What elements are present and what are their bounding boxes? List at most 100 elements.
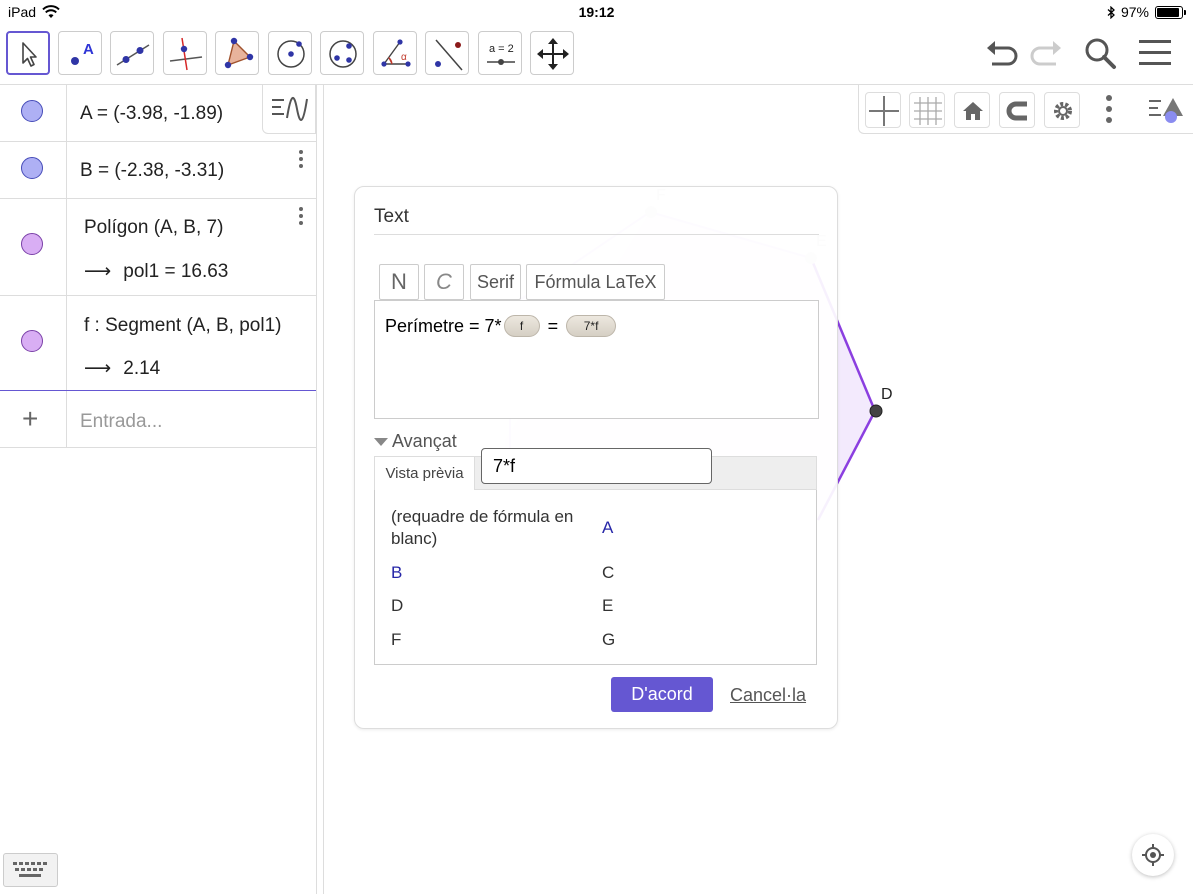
- polygon-marker: [21, 233, 43, 255]
- list-item[interactable]: B: [391, 563, 402, 583]
- circle-tool-button[interactable]: [268, 31, 312, 75]
- list-item[interactable]: F: [391, 630, 401, 650]
- line-tool-icon: [116, 44, 150, 66]
- more-options-icon[interactable]: [298, 150, 304, 171]
- graphics-style-bar: [858, 85, 1193, 134]
- text-dialog: Text N C Serif Fórmula LaTeX Perímetre =…: [354, 186, 838, 729]
- point-tool-button[interactable]: A: [58, 31, 102, 75]
- polygon-tool-button[interactable]: [215, 31, 259, 75]
- move-graphics-tool-button[interactable]: [530, 31, 574, 75]
- algebra-input-row[interactable]: + Entrada...: [0, 391, 316, 448]
- visibility-toggle[interactable]: [0, 198, 67, 295]
- crosshair-icon: [1142, 844, 1164, 866]
- point-d-label: D: [881, 386, 893, 403]
- more-options-icon[interactable]: [298, 207, 304, 228]
- reflect-tool-button[interactable]: [425, 31, 469, 75]
- algebra-value-line: ⟶ 2.14: [84, 357, 160, 380]
- undo-button[interactable]: [982, 34, 1022, 74]
- editor-equals: =: [547, 315, 559, 336]
- move-tool-button[interactable]: [6, 31, 50, 75]
- divider: [374, 234, 819, 235]
- algebra-style-button[interactable]: [262, 85, 316, 134]
- ok-button[interactable]: D'acord: [611, 677, 713, 712]
- list-item[interactable]: C: [602, 563, 614, 583]
- visibility-toggle[interactable]: [0, 85, 67, 141]
- add-item-button[interactable]: +: [0, 391, 67, 447]
- menu-button[interactable]: [1136, 34, 1176, 74]
- list-item[interactable]: A: [602, 518, 613, 538]
- arrow-right-icon: ⟶: [84, 261, 112, 282]
- polygon-tool-icon: [224, 37, 254, 69]
- cancel-button[interactable]: Cancel·la: [730, 685, 806, 706]
- keyboard-icon: [13, 862, 47, 877]
- text-editor[interactable]: Perímetre = 7* f = 7*f: [374, 300, 819, 419]
- algebra-row[interactable]: Polígon (A, B, 7) ⟶ pol1 = 16.63: [0, 198, 316, 296]
- list-item[interactable]: D: [391, 596, 403, 616]
- slider-tool-icon: a = 2: [487, 43, 515, 65]
- point-d[interactable]: [869, 404, 883, 418]
- slider-tool-button[interactable]: a = 2: [478, 31, 522, 75]
- svg-text:α: α: [401, 52, 407, 63]
- visibility-toggle[interactable]: [0, 141, 67, 198]
- snap-icon: [1006, 101, 1027, 121]
- editor-text: Perímetre = 7*: [385, 315, 502, 336]
- advanced-label: Avançat: [392, 431, 457, 451]
- tab-preview[interactable]: Vista prèvia: [375, 457, 475, 490]
- algebra-definition: B = (-2.38, -3.31): [80, 160, 225, 181]
- advanced-toggle[interactable]: Avançat: [374, 431, 457, 452]
- search-icon: [1085, 38, 1116, 69]
- keyboard-button[interactable]: [3, 853, 58, 887]
- snap-button[interactable]: [999, 92, 1035, 128]
- battery-icon: [1155, 5, 1186, 19]
- algebra-value-line: ⟶ pol1 = 16.63: [84, 260, 228, 283]
- visibility-toggle[interactable]: [0, 295, 67, 390]
- search-button[interactable]: [1080, 34, 1120, 74]
- segment-marker: [21, 330, 43, 352]
- grid-icon: [914, 97, 942, 125]
- serif-button[interactable]: Serif: [470, 264, 521, 300]
- latex-formula-button[interactable]: Fórmula LaTeX: [526, 264, 665, 300]
- battery-percent: 97%: [1120, 4, 1149, 20]
- algebra-row[interactable]: f : Segment (A, B, pol1) ⟶ 2.14: [0, 295, 316, 391]
- angle-tool-icon: α: [381, 39, 411, 67]
- more-icon[interactable]: [1106, 94, 1112, 126]
- reflect-tool-icon: [435, 39, 463, 71]
- home-button[interactable]: [954, 92, 990, 128]
- formula-chip[interactable]: f: [503, 315, 540, 337]
- algebra-input[interactable]: Entrada...: [80, 411, 162, 433]
- style-bar-button[interactable]: [1147, 93, 1187, 127]
- algebra-row[interactable]: B = (-2.38, -3.31): [0, 141, 316, 199]
- status-bar: iPad 19:12 97%: [0, 0, 1193, 24]
- algebra-definition: Polígon (A, B, 7): [84, 217, 224, 238]
- settings-button[interactable]: [1044, 92, 1080, 128]
- conic-tool-button[interactable]: [320, 31, 364, 75]
- list-item[interactable]: G: [602, 630, 615, 650]
- axes-icon: [869, 96, 899, 126]
- point-b-marker: [21, 157, 43, 179]
- home-icon: [963, 102, 983, 120]
- algebra-row[interactable]: A = (-3.98, -1.89): [0, 85, 316, 142]
- locate-button[interactable]: [1132, 834, 1174, 876]
- line-tool-button[interactable]: [110, 31, 154, 75]
- main-toolbar: A α a = 2: [0, 24, 1193, 85]
- list-item[interactable]: E: [602, 596, 613, 616]
- list-item[interactable]: (requadre de fórmula en blanc): [391, 506, 581, 550]
- redo-button[interactable]: [1026, 34, 1066, 74]
- algebra-view: A = (-3.98, -1.89) B = (-2.38, -3.31) Po…: [0, 85, 317, 894]
- bold-button[interactable]: N: [379, 264, 419, 300]
- dialog-title: Text: [374, 206, 409, 227]
- angle-tool-button[interactable]: α: [373, 31, 417, 75]
- algebra-sort-icon: [272, 97, 308, 121]
- chevron-down-icon: [374, 437, 388, 446]
- undo-icon: [987, 41, 1018, 66]
- perpendicular-line-tool-button[interactable]: [163, 31, 207, 75]
- menu-icon: [1139, 40, 1171, 65]
- preview-input[interactable]: 7*f: [481, 448, 712, 484]
- axes-button[interactable]: [865, 92, 901, 128]
- algebra-definition: A = (-3.98, -1.89): [80, 103, 224, 124]
- grid-button[interactable]: [909, 92, 945, 128]
- italic-button[interactable]: C: [424, 264, 464, 300]
- formula-chip[interactable]: 7*f: [566, 315, 617, 337]
- svg-text:a = 2: a = 2: [489, 43, 514, 55]
- move-tool-icon: [22, 42, 37, 67]
